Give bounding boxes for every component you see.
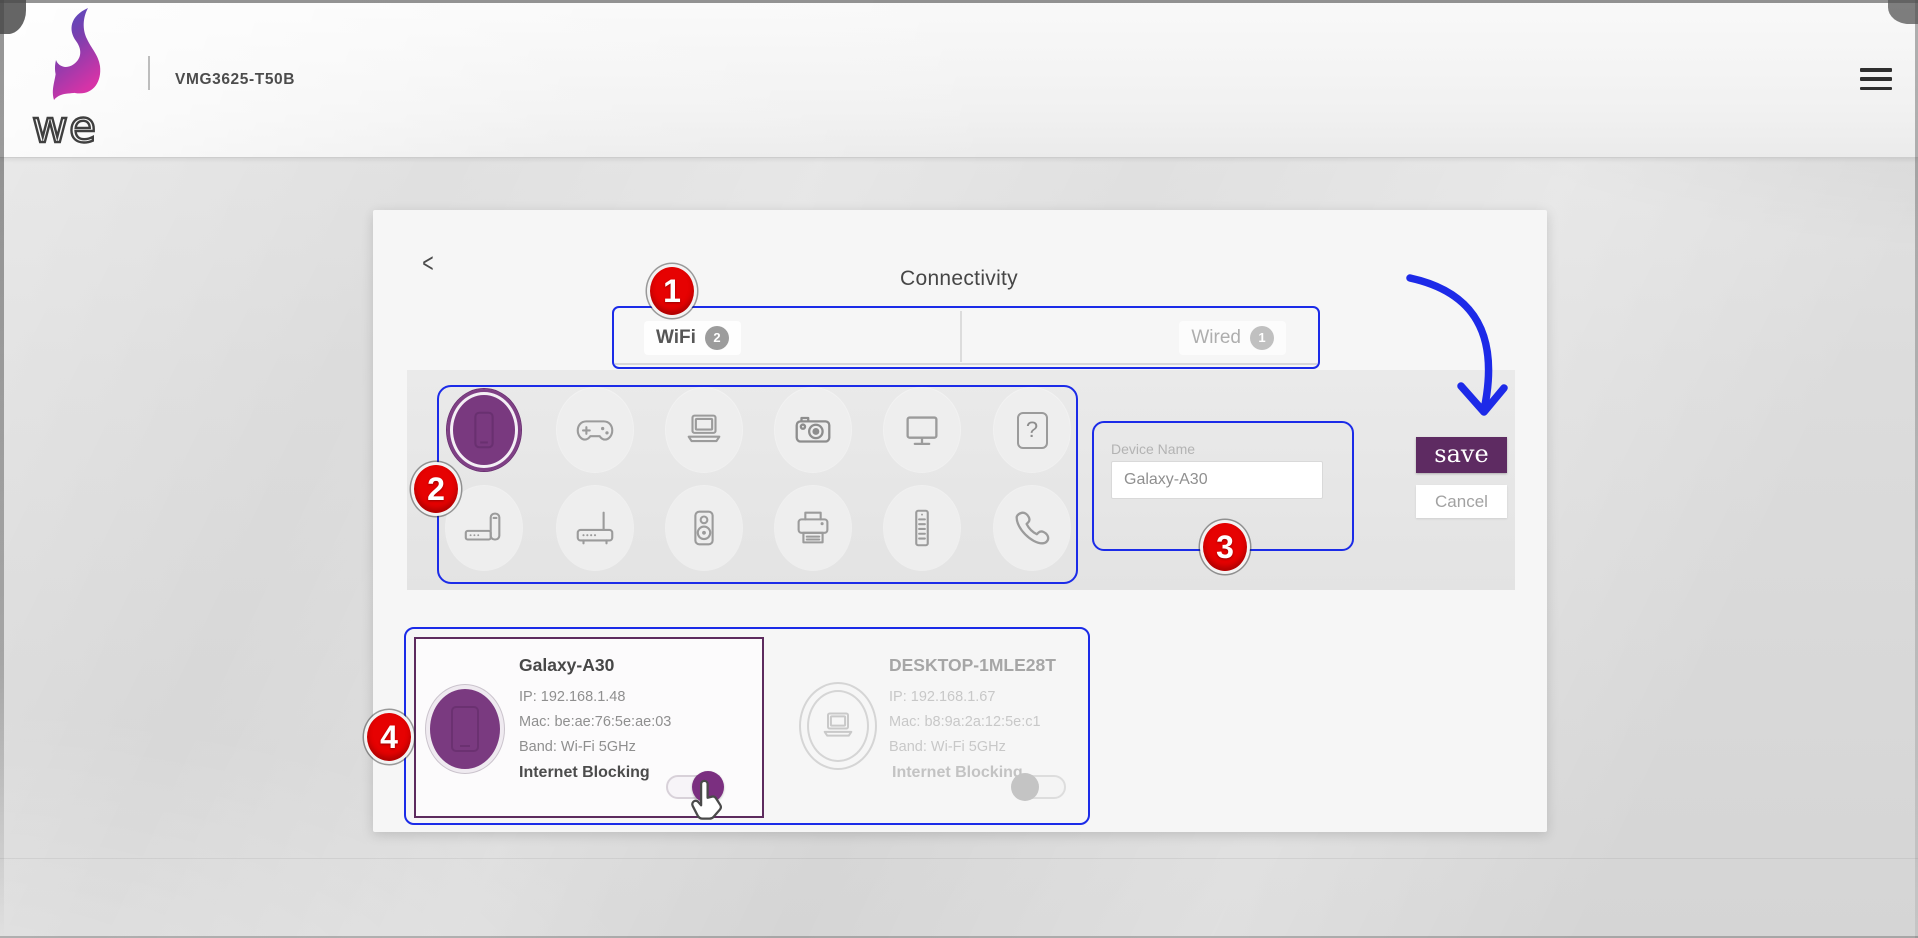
svg-text:we: we	[32, 102, 97, 152]
device-type-smartphone[interactable]	[446, 388, 522, 472]
header-divider	[148, 56, 150, 90]
internet-blocking-toggle-on[interactable]	[666, 775, 718, 799]
frame-edge-left	[0, 0, 4, 938]
internet-blocking-label: Internet Blocking	[892, 764, 1023, 782]
smartphone-icon	[461, 407, 507, 453]
device-type-camera[interactable]	[775, 388, 851, 472]
internet-blocking-toggle-off[interactable]	[1014, 775, 1066, 799]
we-logo-flame-icon	[48, 8, 106, 106]
device-type-phone-handset[interactable]	[994, 486, 1070, 570]
we-logo-wordmark: we	[30, 100, 130, 152]
tab-wifi-count-badge: 2	[705, 326, 729, 350]
phone-handset-icon	[1009, 505, 1055, 551]
tab-wired-label: Wired	[1191, 327, 1241, 349]
smartphone-icon	[448, 703, 482, 755]
server-icon	[899, 505, 945, 551]
tab-wifi[interactable]: WiFi 2	[644, 306, 741, 369]
device-type-unknown[interactable]: ?	[994, 388, 1070, 472]
device-type-router[interactable]	[557, 486, 633, 570]
cordless-phone-icon	[461, 505, 507, 551]
laptop-icon	[681, 407, 727, 453]
toggle-knob	[1011, 773, 1039, 801]
router-icon	[572, 505, 618, 551]
device-band: Band: Wi-Fi 5GHz	[519, 739, 636, 755]
device-name-input[interactable]	[1111, 461, 1323, 499]
cancel-button[interactable]: Cancel	[1416, 485, 1507, 518]
laptop-icon	[816, 706, 860, 746]
frame-edge-top	[0, 0, 1918, 3]
device-avatar-smartphone	[426, 685, 504, 773]
monitor-icon	[899, 407, 945, 453]
device-ip: IP: 192.168.1.48	[519, 689, 625, 705]
device-type-server[interactable]	[884, 486, 960, 570]
header-bar: we VMG3625-T50B	[0, 0, 1918, 158]
device-type-cordless-phone[interactable]	[446, 486, 522, 570]
device-name: Galaxy-A30	[519, 655, 614, 676]
toggle-knob	[692, 771, 724, 803]
router-model-label: VMG3625-T50B	[175, 71, 295, 89]
device-type-speaker[interactable]	[666, 486, 742, 570]
background-seam	[0, 858, 1918, 859]
tab-wired[interactable]: Wired 1	[1179, 306, 1286, 369]
device-type-monitor[interactable]	[884, 388, 960, 472]
device-avatar-laptop	[799, 682, 877, 770]
tab-divider	[960, 311, 962, 362]
device-mac: Mac: b8:9a:2a:12:5e:c1	[889, 714, 1041, 730]
hamburger-menu-icon[interactable]	[1860, 66, 1892, 92]
camera-icon	[790, 407, 836, 453]
device-name-label: Device Name	[1111, 441, 1195, 457]
internet-blocking-label: Internet Blocking	[519, 764, 650, 782]
printer-icon	[790, 505, 836, 551]
connection-tabs: WiFi 2 Wired 1	[612, 306, 1320, 369]
device-mac: Mac: be:ae:76:5e:ae:03	[519, 714, 671, 730]
speaker-icon	[681, 505, 727, 551]
gamepad-icon	[572, 407, 618, 453]
device-ip: IP: 192.168.1.67	[889, 689, 995, 705]
save-button[interactable]: save	[1416, 437, 1507, 473]
page-title: Connectivity	[809, 267, 1109, 291]
device-band: Band: Wi-Fi 5GHz	[889, 739, 1006, 755]
device-type-laptop[interactable]	[666, 388, 742, 472]
device-type-gamepad[interactable]	[557, 388, 633, 472]
tab-wired-count-badge: 1	[1250, 326, 1274, 350]
question-mark-icon: ?	[1017, 412, 1048, 449]
back-button[interactable]: <	[422, 248, 433, 278]
tab-wifi-label: WiFi	[656, 327, 696, 349]
device-name: DESKTOP-1MLE28T	[889, 655, 1056, 676]
router-admin-page: we VMG3625-T50B < Connectivity WiFi 2 Wi…	[0, 0, 1918, 938]
device-type-printer[interactable]	[775, 486, 851, 570]
